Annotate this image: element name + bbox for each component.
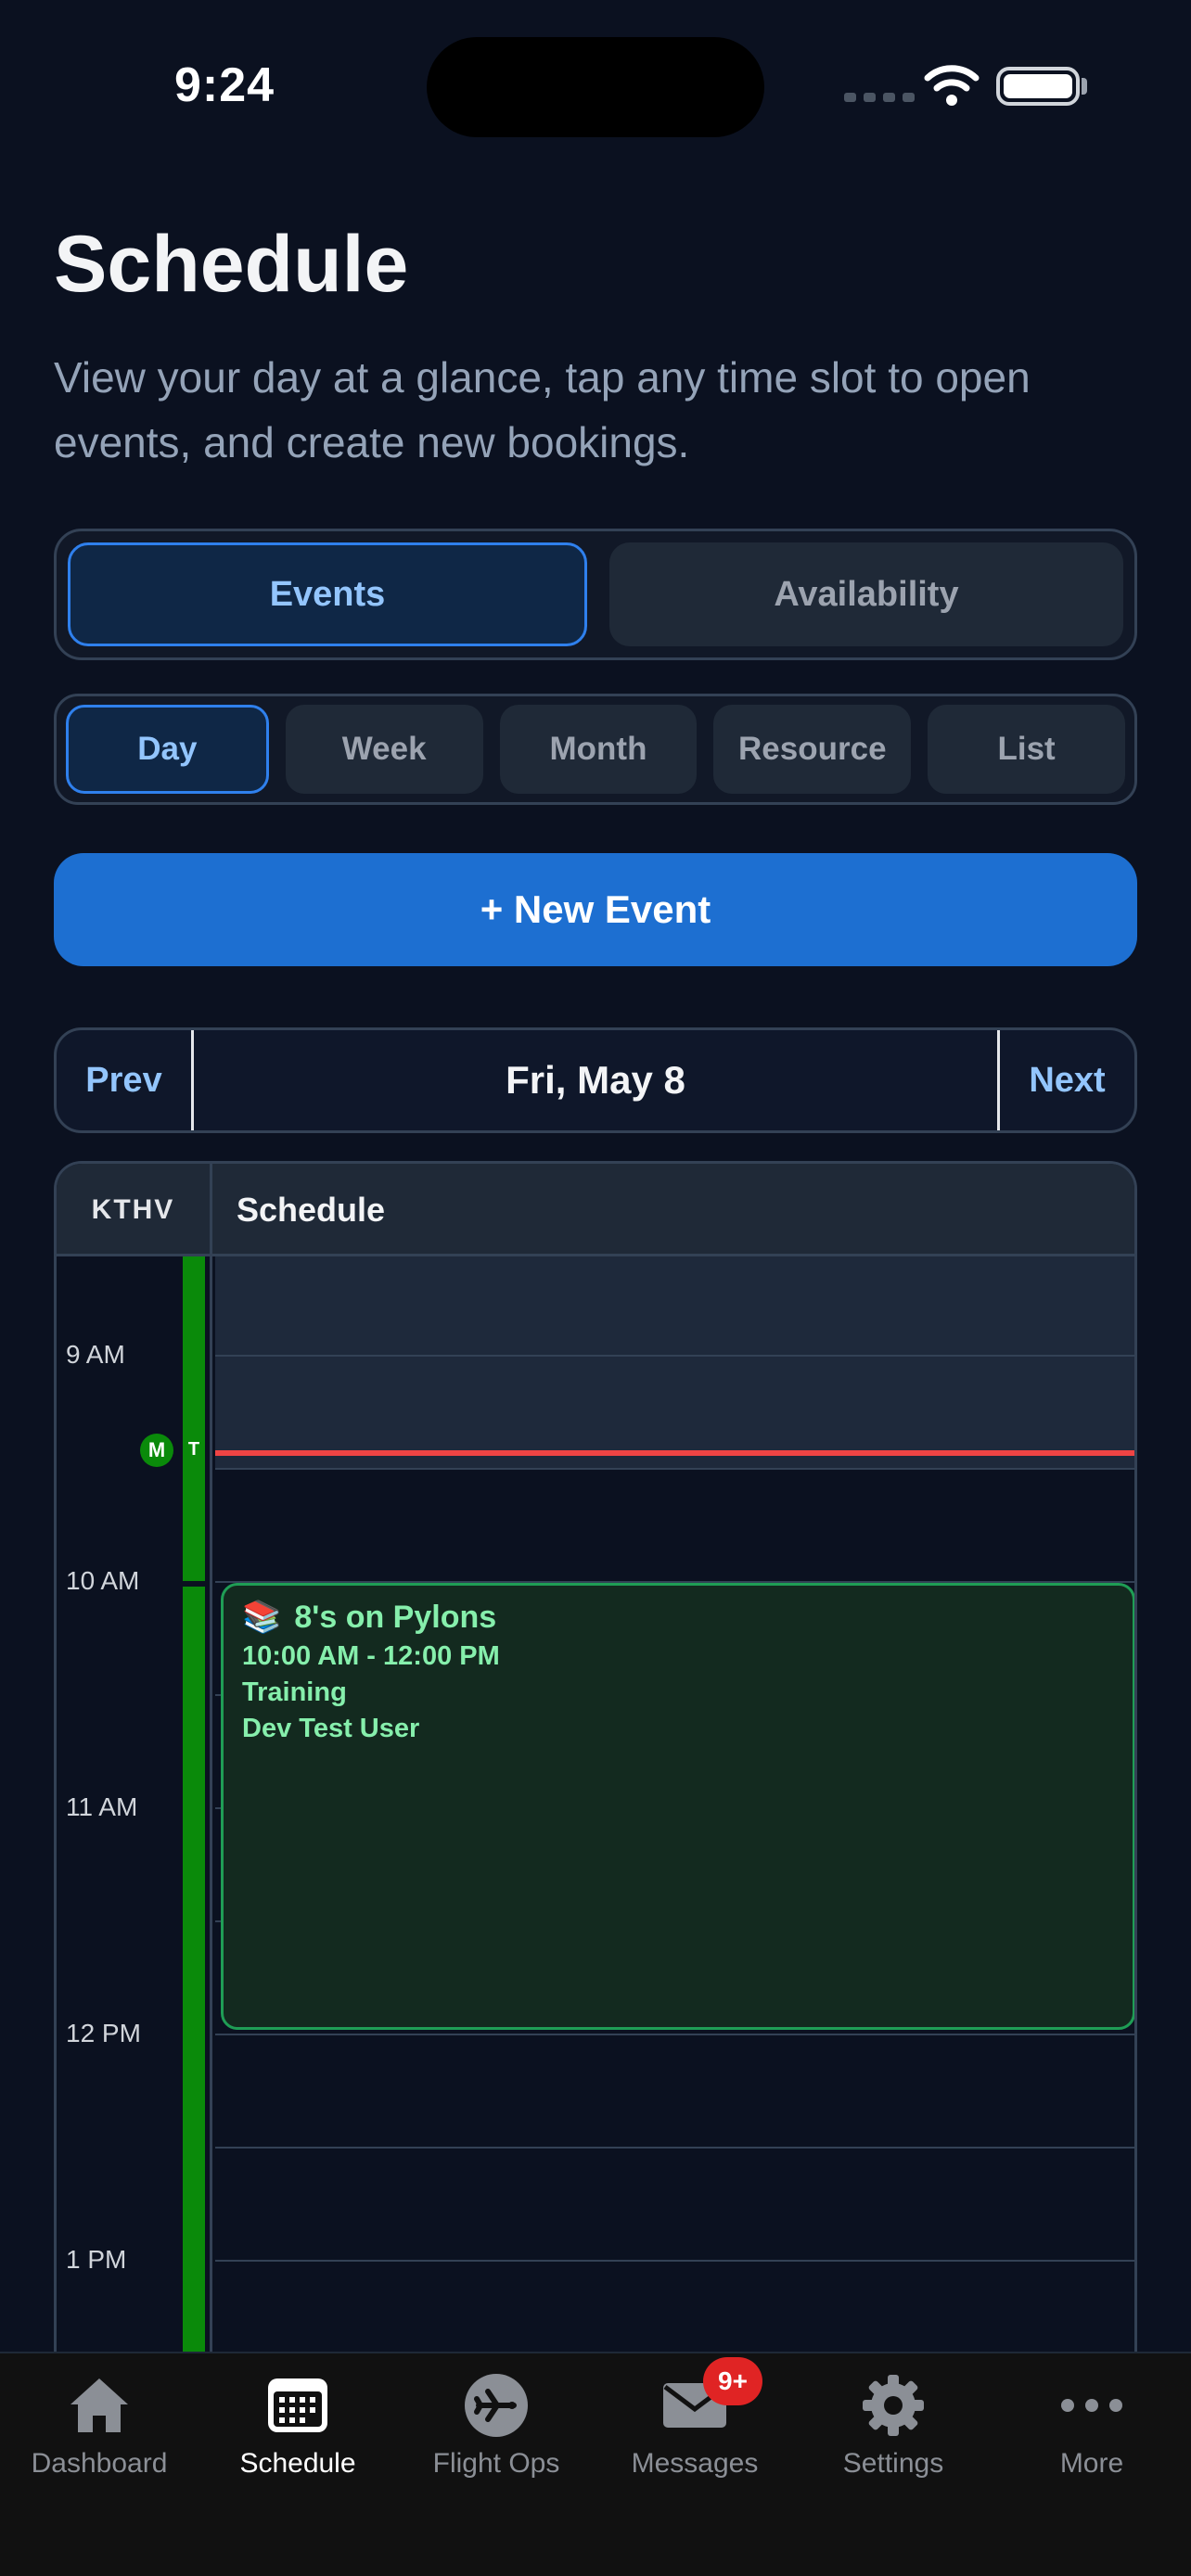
- date-navigator: Prev Fri, May 8 Next: [54, 1027, 1137, 1133]
- wifi-icon: [924, 65, 980, 106]
- home-icon: [64, 2372, 134, 2439]
- event-user: Dev Test User: [242, 1714, 420, 1743]
- time-label-1pm: 1 PM: [66, 2245, 127, 2274]
- schedule-column-title: Schedule: [237, 1191, 386, 1229]
- tab-label: More: [1059, 2448, 1124, 2479]
- tab-label: Messages: [631, 2448, 759, 2479]
- bottom-tab-bar: Dashboard Schedule Flight Ops 9+ Message…: [0, 2352, 1191, 2576]
- view-list[interactable]: List: [928, 705, 1125, 794]
- view-selector: Day Week Month Resource List: [54, 694, 1137, 805]
- page-title: Schedule: [54, 220, 409, 309]
- availability-bar: [183, 1256, 205, 1581]
- event-type: Training: [242, 1677, 347, 1707]
- tab-flight-ops[interactable]: Flight Ops: [397, 2353, 596, 2576]
- availability-bar: [183, 1587, 205, 2357]
- view-day[interactable]: Day: [66, 705, 269, 794]
- view-resource[interactable]: Resource: [713, 705, 912, 794]
- plane-icon: [461, 2372, 531, 2439]
- grid-line: [215, 1355, 1134, 1357]
- current-time-indicator: [215, 1450, 1134, 1456]
- grid-line: [215, 2034, 1134, 2035]
- tab-settings[interactable]: Settings: [794, 2353, 992, 2576]
- time-label-9am: 9 AM: [66, 1340, 125, 1369]
- page-subtitle: View your day at a glance, tap any time …: [54, 353, 1031, 466]
- tab-messages[interactable]: 9+ Messages: [596, 2353, 794, 2576]
- grid-line: [215, 1468, 1134, 1470]
- more-icon: [1057, 2372, 1127, 2439]
- day-calendar: KTHV Schedule 9 AM 10 AM 11 AM 12 PM 1 P…: [54, 1161, 1137, 2357]
- tab-label: Settings: [842, 2448, 944, 2479]
- next-day-button[interactable]: Next: [997, 1030, 1134, 1130]
- tab-events[interactable]: Events: [68, 542, 587, 646]
- books-icon: 📚: [242, 1600, 282, 1635]
- tab-availability[interactable]: Availability: [609, 542, 1123, 646]
- past-time-shade: [215, 1256, 1134, 1470]
- tab-schedule[interactable]: Schedule: [198, 2353, 397, 2576]
- battery-cap: [1082, 78, 1087, 95]
- calendar-icon: [263, 2372, 333, 2439]
- status-bar: 9:24: [0, 0, 1191, 176]
- gear-icon: [858, 2372, 928, 2439]
- unread-badge: 9+: [703, 2357, 762, 2405]
- new-event-button[interactable]: + New Event: [54, 853, 1137, 966]
- time-label-10am: 10 AM: [66, 1566, 140, 1595]
- calendar-header: KTHV Schedule: [57, 1164, 1134, 1256]
- tab-label: Schedule: [239, 2448, 356, 2479]
- prev-day-button[interactable]: Prev: [57, 1030, 194, 1130]
- tab-more[interactable]: More: [992, 2353, 1191, 2576]
- availability-marker-m: M: [140, 1434, 173, 1467]
- event-title: 8's on Pylons: [294, 1599, 497, 1635]
- grid-line: [215, 2260, 1134, 2262]
- availability-marker-t: T: [187, 1439, 200, 1460]
- time-label-11am: 11 AM: [66, 1792, 138, 1821]
- mode-segmented-control: Events Availability: [54, 529, 1137, 660]
- tab-label: Dashboard: [31, 2448, 168, 2479]
- schedule-grid[interactable]: 📚 8's on Pylons 10:00 AM - 12:00 PM Trai…: [215, 1256, 1134, 2357]
- grid-line: [215, 2147, 1134, 2149]
- view-month[interactable]: Month: [499, 705, 698, 794]
- time-gutter: 9 AM 10 AM 11 AM 12 PM 1 PM M T: [57, 1256, 212, 2357]
- tab-label: Flight Ops: [432, 2448, 560, 2479]
- battery-icon: [996, 67, 1080, 106]
- event-card[interactable]: 📚 8's on Pylons 10:00 AM - 12:00 PM Trai…: [221, 1583, 1134, 2030]
- resource-label: KTHV: [57, 1164, 212, 1256]
- cellular-signal-icon: [844, 93, 915, 102]
- event-time: 10:00 AM - 12:00 PM: [242, 1641, 500, 1671]
- tab-dashboard[interactable]: Dashboard: [0, 2353, 198, 2576]
- status-time: 9:24: [174, 58, 275, 112]
- current-date: Fri, May 8: [506, 1058, 685, 1102]
- event-title-row: 📚 8's on Pylons: [242, 1599, 1114, 1636]
- dynamic-island: [427, 37, 764, 137]
- view-week[interactable]: Week: [285, 705, 483, 794]
- time-label-12pm: 12 PM: [66, 2019, 141, 2047]
